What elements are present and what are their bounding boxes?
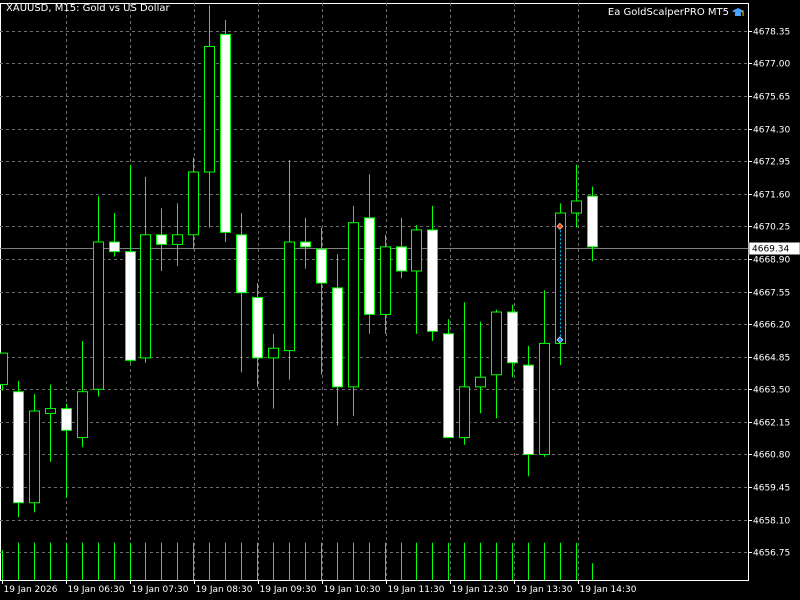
- candle-body[interactable]: [268, 347, 279, 359]
- y-tick-label: 4672.95: [753, 158, 790, 168]
- graduation-cap-icon: [732, 7, 744, 16]
- candle-body[interactable]: [380, 246, 391, 315]
- candle-body[interactable]: [316, 248, 327, 284]
- x-tick-label: 19 Jan 2026: [4, 585, 58, 595]
- candle-body[interactable]: [77, 391, 88, 439]
- candle-body[interactable]: [523, 364, 534, 455]
- candle-body[interactable]: [13, 391, 24, 504]
- candle-body[interactable]: [571, 200, 582, 214]
- candle-body[interactable]: [300, 241, 311, 248]
- candle-body[interactable]: [411, 229, 422, 272]
- candle-body[interactable]: [475, 376, 486, 388]
- candle-body[interactable]: [348, 222, 359, 388]
- y-tick-label: 4658.10: [753, 517, 790, 527]
- price-chart[interactable]: 4678.35 4677.00 4675.65 4674.30 4672.95 4671.…: [0, 0, 800, 600]
- candle-body[interactable]: [539, 342, 550, 455]
- y-tick-label: 4678.35: [753, 28, 790, 38]
- x-tick-label: 19 Jan 09:30: [260, 585, 317, 595]
- y-tick-label: 4675.65: [753, 93, 790, 103]
- y-tick-label: 4667.55: [753, 289, 790, 299]
- candle-body[interactable]: [332, 287, 343, 388]
- candle-body[interactable]: [364, 217, 375, 315]
- y-tick-label: 4666.20: [753, 321, 790, 331]
- candle-body[interactable]: [93, 241, 104, 390]
- candle-body[interactable]: [204, 45, 215, 173]
- y-tick-label: 4668.90: [753, 256, 790, 266]
- x-tick-label: 19 Jan 13:30: [516, 585, 573, 595]
- y-tick-label: 4659.45: [753, 484, 790, 494]
- x-tick-label: 19 Jan 06:30: [68, 585, 125, 595]
- y-tick-label: 4674.30: [753, 126, 790, 136]
- y-tick-label: 4670.25: [753, 223, 790, 233]
- candle-body[interactable]: [427, 229, 438, 332]
- x-tick-label: 19 Jan 10:30: [324, 585, 381, 595]
- symbol-description: Gold vs US Dollar: [82, 3, 170, 14]
- x-tick-label: 19 Jan 08:30: [196, 585, 253, 595]
- candle-body[interactable]: [587, 195, 598, 248]
- candle-body[interactable]: [507, 311, 518, 364]
- candle-body[interactable]: [443, 333, 454, 439]
- x-tick-label: 19 Jan 12:30: [452, 585, 509, 595]
- candle-body[interactable]: [109, 241, 120, 253]
- y-tick-label: 4671.60: [753, 191, 790, 201]
- x-tick-label: 19 Jan 07:30: [132, 585, 189, 595]
- y-tick-label: 4663.50: [753, 386, 790, 396]
- symbol-timeframe: XAUUSD, M15:: [6, 3, 80, 14]
- candle-body[interactable]: [140, 234, 151, 359]
- candle-body[interactable]: [172, 234, 183, 245]
- candle-body[interactable]: [125, 251, 136, 361]
- expert-name: Ea GoldScalperPRO MT5: [607, 7, 729, 18]
- y-tick-label: 4677.00: [753, 60, 790, 70]
- candle-body[interactable]: [61, 408, 72, 431]
- chart-header: XAUUSD, M15: Gold vs US Dollar: [6, 3, 170, 14]
- current-price-label: 4669.34: [752, 245, 789, 255]
- candle-body[interactable]: [29, 410, 40, 504]
- x-tick-label: 19 Jan 14:30: [580, 585, 637, 595]
- expert-advisor-label[interactable]: Ea GoldScalperPRO MT5: [608, 7, 744, 18]
- candle-body[interactable]: [236, 234, 247, 294]
- y-tick-label: 4660.80: [753, 451, 790, 461]
- candle-body[interactable]: [156, 234, 167, 245]
- x-tick-label: 19 Jan 11:30: [388, 585, 445, 595]
- candle-body[interactable]: [396, 246, 407, 272]
- y-tick-label: 4662.15: [753, 419, 790, 429]
- y-tick-label: 4664.85: [753, 354, 790, 364]
- candle-body[interactable]: [45, 408, 56, 414]
- candle-body[interactable]: [284, 241, 295, 352]
- candle-body[interactable]: [0, 352, 8, 385]
- y-tick-label: 4656.75: [753, 549, 790, 559]
- candle-body[interactable]: [220, 33, 231, 233]
- candle-body[interactable]: [491, 311, 502, 376]
- candle-body[interactable]: [188, 171, 199, 236]
- candle-body[interactable]: [252, 297, 263, 359]
- candle-body[interactable]: [459, 386, 470, 439]
